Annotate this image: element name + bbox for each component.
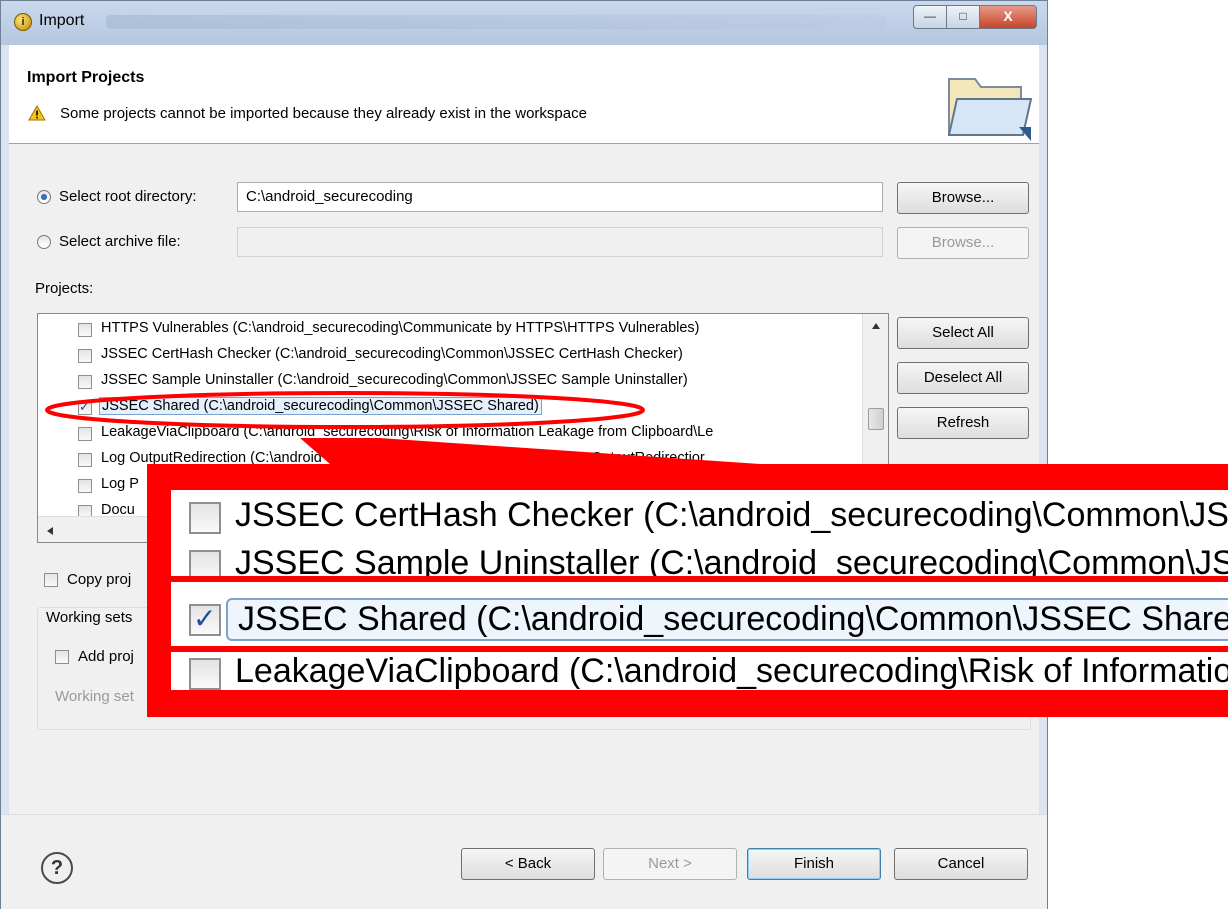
zoom-row-label: JSSEC Shared (C:\android_securecoding\Co… (226, 598, 1228, 641)
zoom-row-selected: JSSEC Shared (C:\android_securecoding\Co… (171, 594, 1228, 644)
zoom-callout: JSSEC CertHash Checker (C:\android_secur… (147, 464, 1228, 717)
zoom-row-label: JSSEC CertHash Checker (C:\android_secur… (235, 496, 1228, 534)
zoom-row-label: LeakageViaClipboard (C:\android_secureco… (235, 652, 1228, 690)
callout-pointer (300, 438, 760, 464)
zoom-highlight-bar-top (171, 576, 1228, 582)
zoom-checkbox (189, 502, 221, 534)
zoom-checkbox-checked (189, 602, 221, 636)
zoom-checkbox (189, 658, 221, 690)
zoom-row: LeakageViaClipboard (C:\android_secureco… (171, 648, 1228, 690)
zoom-row: JSSEC CertHash Checker (C:\android_secur… (171, 492, 1228, 542)
zoom-panel: JSSEC CertHash Checker (C:\android_secur… (171, 490, 1228, 690)
callout-overlay (45, 391, 760, 464)
highlight-ellipse (45, 391, 645, 429)
zoom-row: JSSEC Sample Uninstaller (C:\android_sec… (171, 540, 1228, 590)
zoom-highlight-bar-bottom (171, 646, 1228, 652)
